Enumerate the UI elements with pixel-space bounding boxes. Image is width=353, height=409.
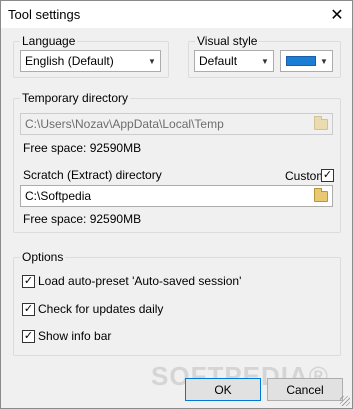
temp-directory-path: C:\Users\Nozav\AppData\Local\Temp bbox=[25, 117, 224, 131]
accent-color-swatch bbox=[286, 56, 316, 66]
language-select[interactable]: English (Default) ▼ bbox=[20, 50, 161, 72]
temp-directory-group-label: Temporary directory bbox=[20, 91, 131, 105]
language-group-label: Language bbox=[20, 34, 78, 48]
auto-preset-label[interactable]: Load auto-preset 'Auto-saved session' bbox=[38, 274, 241, 288]
temp-free-space: Free space: 92590MB bbox=[23, 141, 142, 155]
show-info-bar-checkbox[interactable]: ✓ bbox=[22, 330, 35, 343]
chevron-down-icon: ▼ bbox=[261, 56, 269, 66]
options-group-label: Options bbox=[20, 250, 66, 264]
check-icon: ✓ bbox=[322, 169, 333, 181]
ok-button[interactable]: OK bbox=[185, 378, 261, 401]
check-icon: ✓ bbox=[23, 275, 34, 287]
visual-style-select-value: Default bbox=[199, 54, 238, 68]
ok-button-label: OK bbox=[214, 382, 232, 397]
temp-directory-field: C:\Users\Nozav\AppData\Local\Temp bbox=[20, 113, 333, 135]
title-bar: Tool settings ✕ bbox=[1, 1, 352, 28]
check-updates-label[interactable]: Check for updates daily bbox=[38, 302, 163, 316]
cancel-button[interactable]: Cancel bbox=[267, 378, 343, 401]
check-icon: ✓ bbox=[23, 303, 34, 315]
accent-color-select[interactable]: ▼ bbox=[280, 50, 333, 72]
tool-settings-dialog: Tool settings ✕ Language English (Defaul… bbox=[0, 0, 353, 409]
scratch-free-space: Free space: 92590MB bbox=[23, 212, 142, 226]
visual-style-group-label: Visual style bbox=[195, 34, 260, 48]
folder-icon bbox=[314, 187, 328, 202]
close-button[interactable]: ✕ bbox=[322, 1, 352, 28]
chevron-down-icon: ▼ bbox=[148, 56, 156, 66]
folder-icon bbox=[314, 115, 328, 130]
scratch-directory-label: Scratch (Extract) directory bbox=[23, 168, 162, 182]
visual-style-select[interactable]: Default ▼ bbox=[194, 50, 274, 72]
check-updates-checkbox[interactable]: ✓ bbox=[22, 303, 35, 316]
check-icon: ✓ bbox=[23, 330, 34, 342]
show-info-bar-label[interactable]: Show info bar bbox=[38, 329, 111, 343]
scratch-browse-button[interactable] bbox=[311, 187, 331, 205]
language-select-value: English (Default) bbox=[25, 54, 114, 68]
auto-preset-checkbox[interactable]: ✓ bbox=[22, 275, 35, 288]
chevron-down-icon: ▼ bbox=[320, 56, 328, 66]
temp-browse-button bbox=[311, 115, 331, 133]
scratch-directory-field[interactable]: C:\Softpedia bbox=[20, 185, 333, 207]
scratch-directory-path: C:\Softpedia bbox=[25, 189, 92, 203]
resize-grip[interactable] bbox=[340, 396, 350, 406]
custom-checkbox[interactable]: ✓ bbox=[321, 169, 334, 182]
close-icon: ✕ bbox=[330, 6, 344, 24]
window-title: Tool settings bbox=[8, 7, 81, 22]
cancel-button-label: Cancel bbox=[286, 382, 324, 397]
